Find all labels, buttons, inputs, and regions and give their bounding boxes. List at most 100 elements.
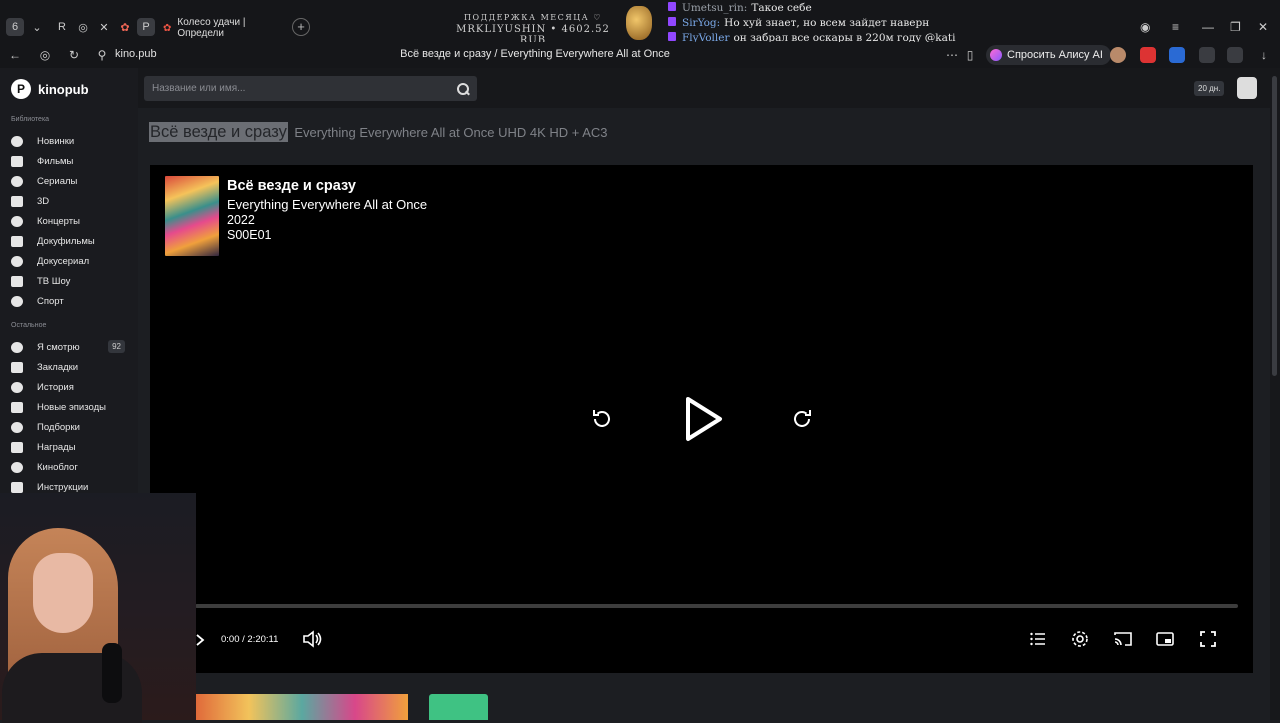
sidebar-item-label: Награды [37,441,76,453]
sidebar-item-label: 3D [37,195,50,207]
sidebar-item-label: Я смотрю [37,341,80,353]
sidebar-item[interactable]: ТВ Шоу [11,272,131,290]
kinopub-logo-icon: P [11,79,31,99]
new-episodes-icon [11,401,23,413]
sidebar-item-label: Концерты [37,215,80,227]
extension-translate-icon[interactable] [1199,47,1215,63]
sidebar-item[interactable]: Новые эпизоды [11,398,131,416]
cast-icon[interactable] [1113,631,1133,647]
chat-text: Но хуй знает, но всем зайдет наверн [724,17,930,29]
chat-badge-icon [668,32,676,41]
minimize-icon[interactable]: — [1202,20,1214,34]
search-input[interactable] [152,83,457,94]
trophy-icon [11,441,23,453]
search-icon[interactable] [457,82,469,95]
chat-badge-icon [668,2,676,11]
alice-icon [990,49,1002,61]
site-security-icon[interactable]: ⚲ [93,46,111,64]
sidebar-item[interactable]: Я смотрю 92 [11,338,131,356]
back-icon[interactable]: ← [6,46,24,64]
site-logo[interactable]: P kinopub [11,79,89,99]
fullscreen-icon[interactable] [1200,631,1216,647]
more-icon[interactable]: ⋯ [943,46,961,64]
profile-icon[interactable]: ◉ [1140,20,1150,34]
webcam-face [33,553,93,633]
tab-favicon-4[interactable]: ✿ [116,18,134,36]
support-title: ПОДДЕРЖКА МЕСЯЦА ♡ [464,13,602,22]
tab-title: Колесо удачи | Определи [177,17,246,39]
url-field[interactable]: kino.pub [115,48,157,60]
tab-favicon-3[interactable]: ✕ [95,18,113,36]
bookmark-page-icon[interactable]: ▯ [961,46,979,64]
sidebar-item-label: Подборки [37,421,80,433]
rewind-icon[interactable] [590,407,614,431]
extensions-puzzle-icon[interactable] [1227,47,1243,63]
chat-message: SirYog: Но хуй знает, но всем зайдет наве… [668,16,956,31]
sidebar-item-label: Спорт [37,295,64,307]
restore-icon[interactable]: ❐ [1230,20,1241,34]
sidebar-item[interactable]: Новинки [11,132,131,150]
sidebar-item-label: Новинки [37,135,75,147]
doc-film-icon [11,235,23,247]
sidebar-item[interactable]: Подборки [11,418,131,436]
sidebar-item[interactable]: Награды [11,438,131,456]
sidebar-item[interactable]: Фильмы [11,152,131,170]
reload-icon[interactable]: ↻ [65,46,83,64]
sidebar-item[interactable]: История [11,378,131,396]
video-player[interactable]: Всё везде и сразу Everything Everywhere … [150,165,1253,673]
doc-series-icon [11,255,23,267]
extension-avatar-icon[interactable] [1110,47,1126,63]
section-library: Библиотека [11,116,50,123]
menu-icon[interactable]: ≡ [1172,20,1179,34]
sidebar-item[interactable]: 3D [11,192,131,210]
music-icon [11,215,23,227]
active-tab[interactable]: ✿ Колесо удачи | Определи [157,17,287,39]
extension-hand-icon[interactable] [1140,47,1156,63]
sidebar-item[interactable]: Докуфильмы [11,232,131,250]
settings-icon[interactable] [1071,630,1089,648]
tv-icon [11,175,23,187]
chat-nick: Umetsu_rin: [682,2,748,14]
sidebar-item[interactable]: Спорт [11,292,131,310]
player-title: Всё везде и сразу [227,178,356,194]
extension-wave-icon[interactable] [1169,47,1185,63]
tab-favicon-1[interactable]: R [53,18,71,36]
picture-in-picture-icon[interactable] [1156,631,1174,647]
film-icon [11,155,23,167]
volume-icon[interactable] [302,630,322,648]
tab-favicon-kinopub[interactable]: P [137,18,155,36]
new-tab-button[interactable]: + [292,18,310,36]
movie-title-en: Everything Everywhere All at Once UHD 4K… [294,125,608,140]
blog-icon [11,461,23,473]
sidebar-item-label: ТВ Шоу [37,275,71,287]
progress-bar[interactable] [195,604,1238,608]
ask-alice-button[interactable]: Спросить Алису AI [986,45,1111,65]
playlist-icon[interactable] [1030,631,1046,647]
site-name: kinopub [38,81,89,97]
history-icon [11,381,23,393]
sidebar-item[interactable]: Киноблог [11,458,131,476]
close-icon[interactable]: ✕ [1258,20,1268,34]
download-icon[interactable]: ↓ [1255,46,1273,64]
user-avatar[interactable] [1237,77,1257,99]
tab-favicon-2[interactable]: ◎ [74,18,92,36]
sidebar-item[interactable]: Закладки [11,358,131,376]
sidebar-item[interactable]: Сериалы [11,172,131,190]
section-other: Остальное [11,322,47,329]
sidebar-item-label: Докуфильмы [37,235,95,247]
green-action-button[interactable] [429,694,488,720]
related-thumbnail[interactable] [196,694,408,720]
play-icon[interactable] [682,395,726,443]
scrollbar[interactable] [1270,68,1280,720]
sidebar-item[interactable]: Докусериал [11,252,131,270]
tab-groups-icon[interactable]: 6 [6,18,24,36]
player-episode: S00E01 [227,228,272,242]
scrollbar-thumb[interactable] [1272,76,1277,376]
forward-icon[interactable] [790,407,814,431]
player-subtitle: Everything Everywhere All at Once [227,197,428,212]
stream-chat-overlay: Umetsu_rin: Такое себе SirYog: Но хуй знает… [668,1,956,46]
chevron-down-icon[interactable]: ⌄ [28,18,46,36]
search-box[interactable] [144,76,477,101]
shield-icon[interactable]: ◎ [36,46,54,64]
sidebar-item[interactable]: Концерты [11,212,131,230]
